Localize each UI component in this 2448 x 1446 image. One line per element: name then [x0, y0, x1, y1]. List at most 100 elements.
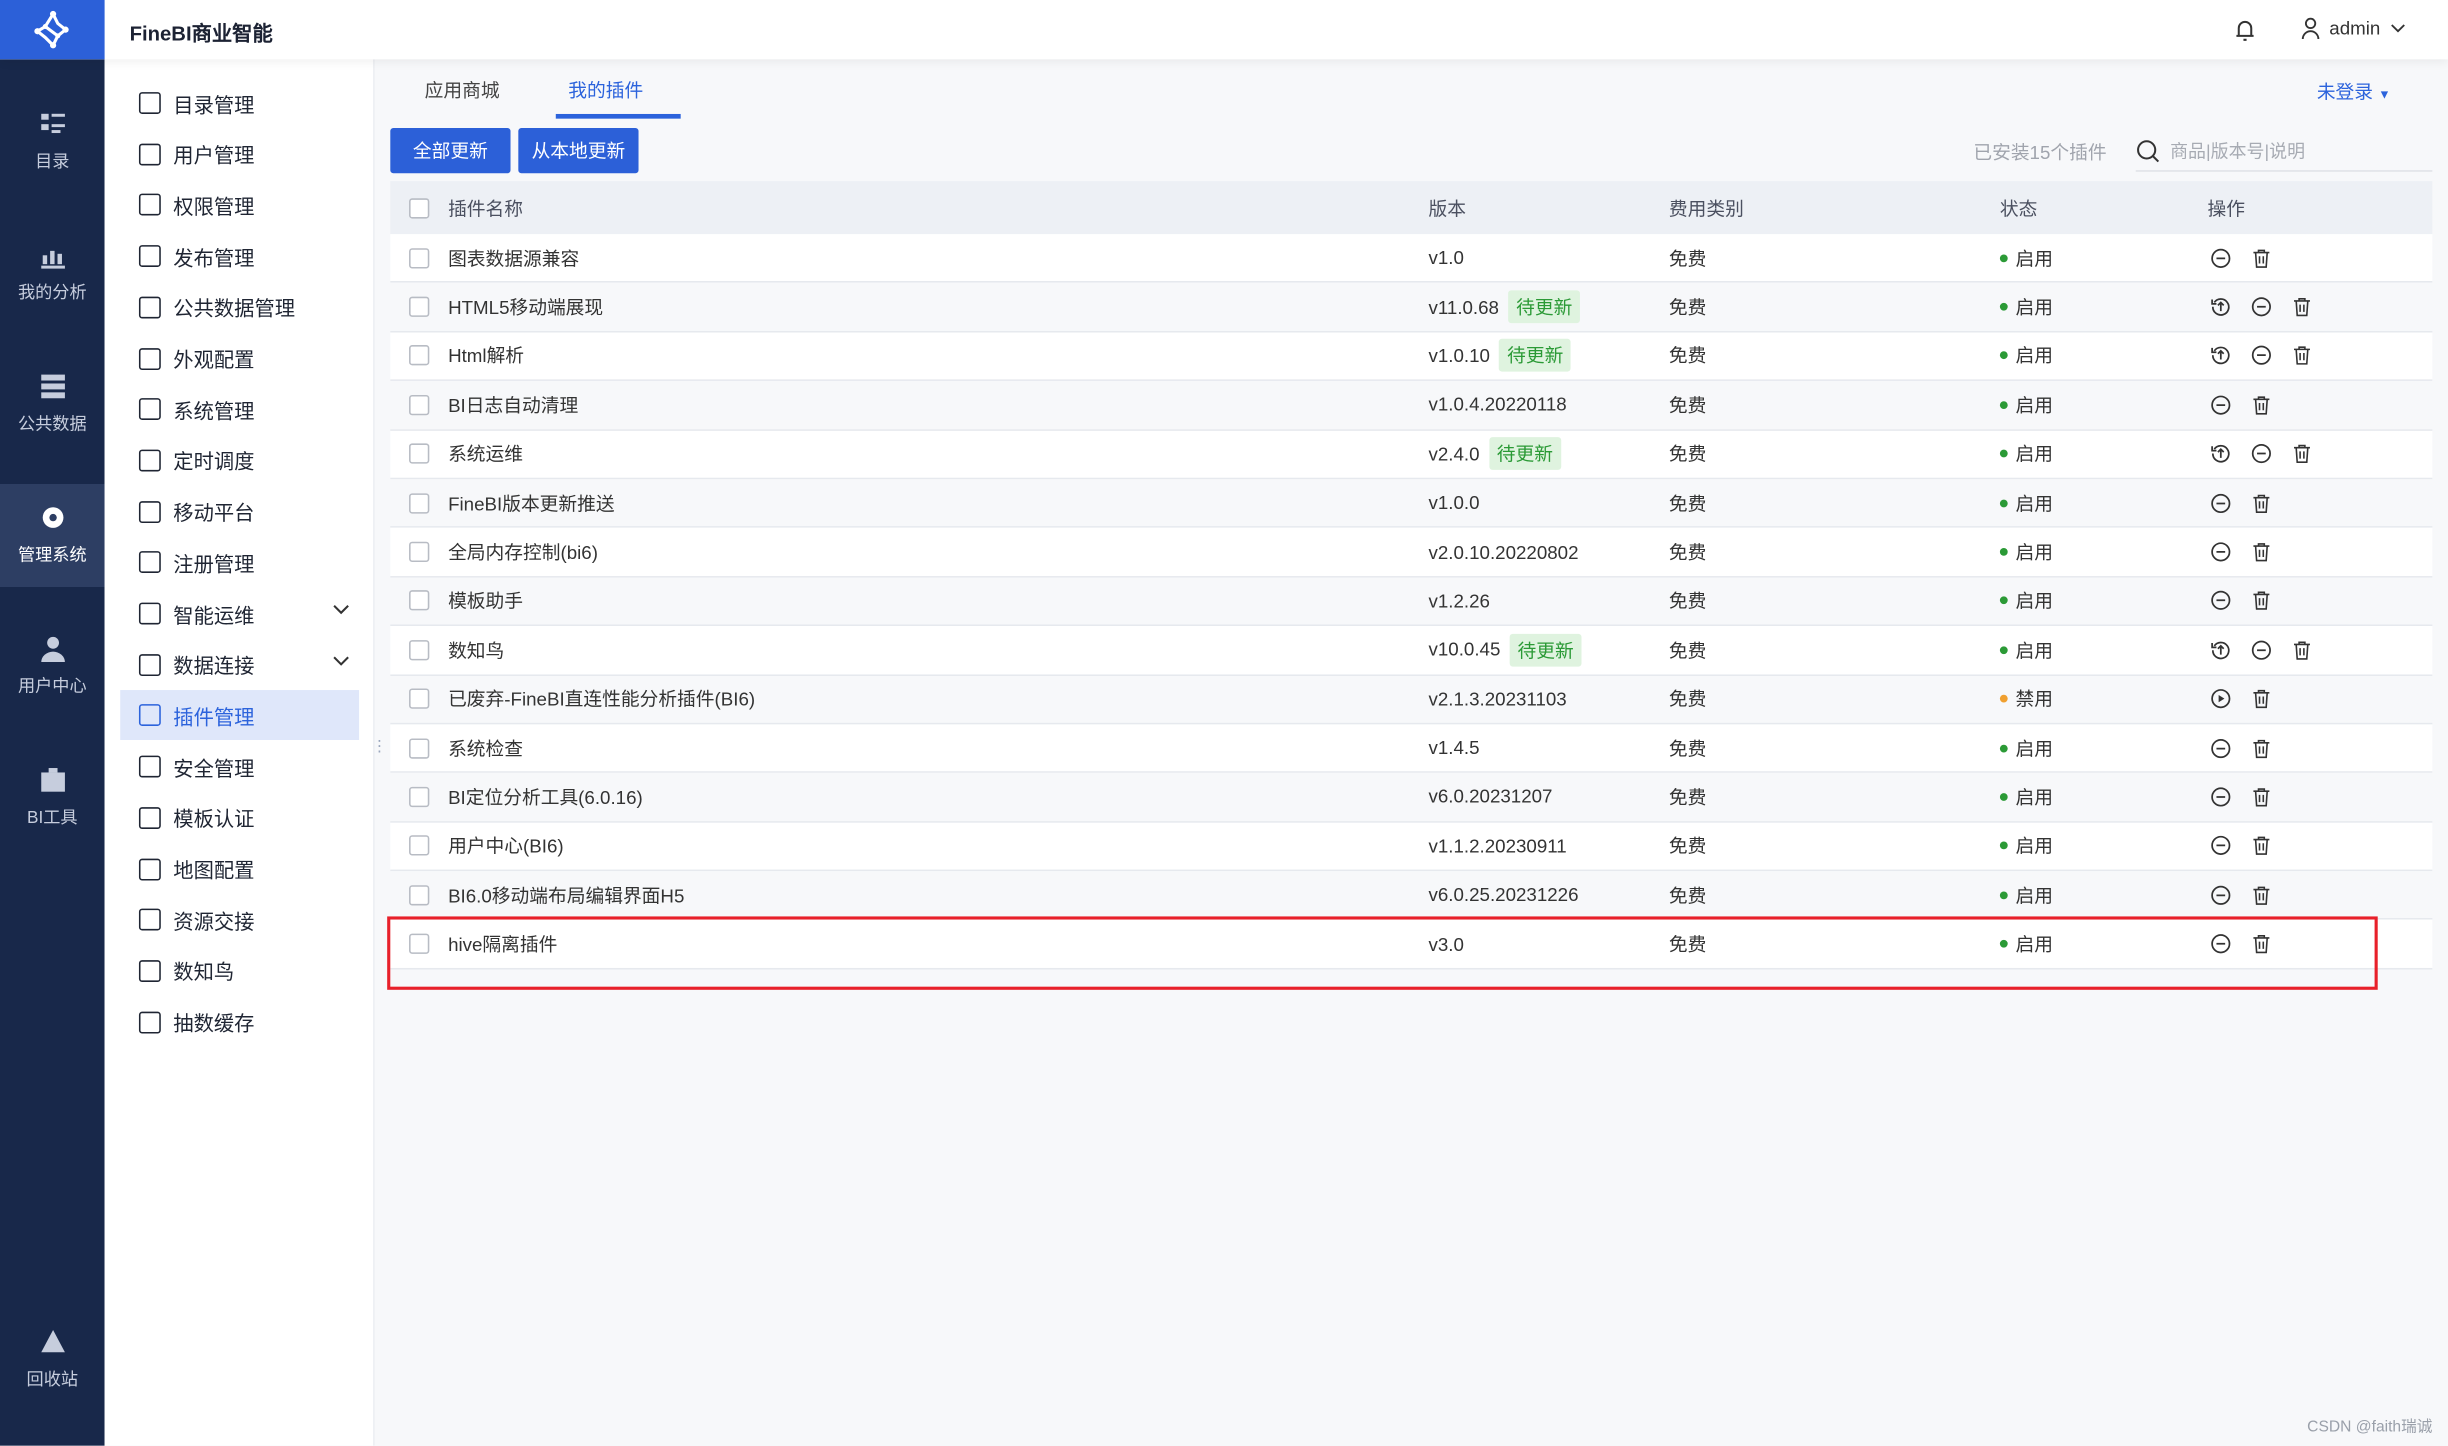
finebi-logo[interactable] [0, 0, 105, 60]
search-placeholder: 商品|版本号|说明 [2170, 142, 2306, 162]
bell-icon[interactable] [2234, 17, 2256, 47]
menu-item[interactable]: 抽数缓存 [120, 997, 359, 1047]
menu-item[interactable]: 公共数据管理 [120, 282, 359, 332]
disable-icon[interactable] [2211, 934, 2231, 954]
update-pending-badge[interactable]: 待更新 [1488, 437, 1561, 471]
disable-icon[interactable] [2251, 346, 2271, 366]
nav-item-user[interactable]: 用户中心 [0, 615, 105, 718]
upgrade-icon[interactable] [2211, 297, 2231, 317]
row-checkbox[interactable] [409, 786, 430, 808]
menu-item[interactable]: 数知鸟 [120, 946, 359, 996]
update-pending-badge[interactable]: 待更新 [1509, 633, 1582, 667]
nav-item-toolbox[interactable]: BI工具 [0, 746, 105, 849]
table-row: hive隔离插件 v3.0 免费 启用 [390, 920, 2433, 970]
menu-item[interactable]: 模板认证 [120, 793, 359, 843]
nav-item-analysis[interactable]: 我的分析 [0, 222, 105, 325]
menu-item[interactable]: 定时调度 [120, 435, 359, 485]
row-checkbox[interactable] [409, 296, 430, 318]
upgrade-icon[interactable] [2211, 444, 2231, 464]
search-input[interactable]: 商品|版本号|说明 [2135, 131, 2433, 172]
login-dropdown[interactable]: 未登录 ▼ [2317, 78, 2391, 105]
trash-icon[interactable] [2251, 738, 2271, 758]
disable-icon[interactable] [2211, 591, 2231, 611]
row-checkbox[interactable] [409, 492, 430, 514]
nav-item-database[interactable]: 公共数据 [0, 353, 105, 456]
row-checkbox[interactable] [409, 394, 430, 416]
update-all-button[interactable]: 全部更新 [390, 128, 511, 174]
select-all-checkbox[interactable] [409, 197, 430, 218]
disable-icon[interactable] [2211, 493, 2231, 513]
nav-label: 管理系统 [17, 546, 87, 566]
row-checkbox[interactable] [409, 247, 430, 269]
disable-icon[interactable] [2211, 787, 2231, 807]
upgrade-icon[interactable] [2211, 346, 2231, 366]
row-checkbox[interactable] [409, 737, 430, 759]
tab-app-store[interactable]: 应用商城 [390, 59, 534, 118]
nav-item-gear[interactable]: 管理系统 [0, 483, 105, 588]
disable-icon[interactable] [2251, 640, 2271, 660]
menu-item[interactable]: 地图配置 [120, 844, 359, 894]
nav-item-recycle[interactable]: 回收站 [0, 1308, 105, 1411]
trash-icon[interactable] [2251, 395, 2271, 415]
trash-icon[interactable] [2292, 444, 2312, 464]
trash-icon[interactable] [2251, 836, 2271, 856]
trash-icon[interactable] [2251, 689, 2271, 709]
disable-icon[interactable] [2211, 836, 2231, 856]
admin-menu: 目录管理 用户管理权限管理发布管理 公共数据管理 外观配置 系统管理 定时调度 移动平台 注册… [104, 59, 375, 1446]
update-pending-badge[interactable]: 待更新 [1499, 339, 1572, 373]
row-checkbox[interactable] [409, 639, 430, 661]
enable-icon[interactable] [2211, 689, 2231, 709]
table-row: HTML5移动端展现 v11.0.68 待更新 免费 启用 [390, 283, 2433, 333]
row-actions [2208, 395, 2272, 415]
row-checkbox[interactable] [409, 688, 430, 710]
trash-icon[interactable] [2292, 640, 2312, 660]
plugin-fee: 免费 [1668, 835, 1707, 858]
row-checkbox[interactable] [409, 884, 430, 906]
disable-icon[interactable] [2211, 395, 2231, 415]
menu-item[interactable]: 权限管理 [120, 180, 359, 230]
menu-item[interactable]: 发布管理 [120, 231, 359, 281]
disable-icon[interactable] [2211, 885, 2231, 905]
user-menu[interactable]: admin [2301, 17, 2405, 40]
menu-item[interactable]: 智能运维 [120, 589, 359, 639]
menu-item[interactable]: 用户管理 [120, 129, 359, 179]
row-checkbox[interactable] [409, 345, 430, 367]
update-from-local-button[interactable]: 从本地更新 [518, 128, 639, 174]
menu-item[interactable]: 插件管理 [120, 690, 360, 741]
menu-item[interactable]: 移动平台 [120, 486, 359, 536]
menu-item[interactable]: 安全管理 [120, 742, 359, 792]
trash-icon[interactable] [2251, 591, 2271, 611]
tab-my-plugins[interactable]: 我的插件 [534, 59, 681, 119]
menu-item-label: 权限管理 [173, 194, 255, 219]
upgrade-icon[interactable] [2211, 640, 2231, 660]
trash-icon[interactable] [2251, 885, 2271, 905]
trash-icon[interactable] [2251, 493, 2271, 513]
table-row: 用户中心(BI6) v1.1.2.20230911 免费 启用 [390, 822, 2433, 872]
menu-item[interactable]: 外观配置 [120, 333, 359, 383]
row-checkbox[interactable] [409, 933, 430, 955]
trash-icon[interactable] [2292, 297, 2312, 317]
catalog-icon [40, 113, 65, 134]
update-pending-badge[interactable]: 待更新 [1508, 290, 1581, 324]
row-checkbox[interactable] [409, 541, 430, 563]
trash-icon[interactable] [2251, 934, 2271, 954]
menu-item[interactable]: 注册管理 [120, 538, 359, 588]
trash-icon[interactable] [2251, 542, 2271, 562]
disable-icon[interactable] [2211, 542, 2231, 562]
nav-item-catalog[interactable]: 目录 [0, 91, 105, 194]
col-status: 状态 [1999, 197, 2038, 220]
disable-icon[interactable] [2251, 444, 2271, 464]
disable-icon[interactable] [2251, 297, 2271, 317]
trash-icon[interactable] [2251, 248, 2271, 268]
row-checkbox[interactable] [409, 443, 430, 465]
menu-item[interactable]: 目录管理 [120, 78, 359, 128]
row-checkbox[interactable] [409, 835, 430, 857]
trash-icon[interactable] [2251, 787, 2271, 807]
menu-item[interactable]: 资源交接 [120, 895, 359, 945]
trash-icon[interactable] [2292, 346, 2312, 366]
disable-icon[interactable] [2211, 248, 2231, 268]
menu-item[interactable]: 系统管理 [120, 384, 359, 434]
menu-item[interactable]: 数据连接 [120, 640, 359, 690]
row-checkbox[interactable] [409, 590, 430, 612]
disable-icon[interactable] [2211, 738, 2231, 758]
